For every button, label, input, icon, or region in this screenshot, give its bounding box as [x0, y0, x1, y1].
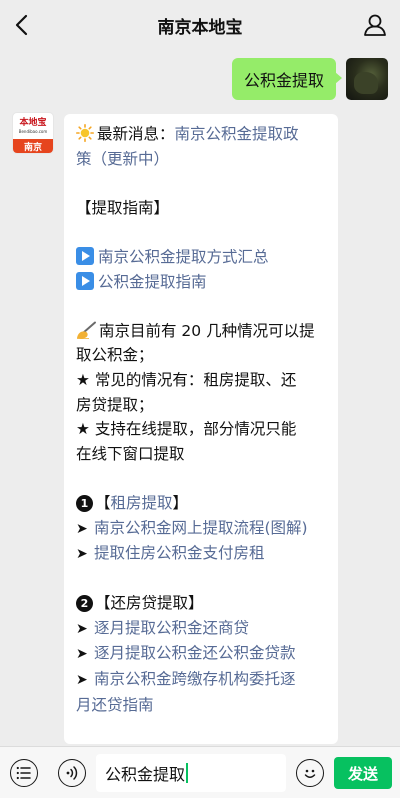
bot-avatar[interactable]: 本地宝 Bendibao.com 南京	[12, 112, 54, 154]
send-button[interactable]: 发送	[334, 757, 392, 789]
user-avatar[interactable]	[346, 58, 388, 100]
arrow-icon: ➤	[76, 672, 88, 689]
arrow-icon: ➤	[76, 620, 88, 637]
info-line-1: 南京目前有 20 几种情况可以提	[99, 321, 315, 340]
arrow-icon: ➤	[76, 546, 88, 563]
text-caret	[186, 763, 189, 783]
info-line-4: 房贷提取；	[76, 395, 154, 414]
info-line-6: 在线下窗口提取	[76, 444, 185, 463]
section1-open: 【	[95, 493, 111, 512]
section2-link-1[interactable]: 逐月提取公积金还商贷	[94, 619, 249, 637]
bendibao-logo: 本地宝 Bendibao.com	[13, 113, 53, 139]
city-label: 南京	[13, 139, 53, 153]
writing-hand-icon	[77, 321, 96, 339]
user-icon[interactable]	[362, 12, 388, 38]
number-one-icon: 1	[76, 494, 93, 512]
voice-icon[interactable]	[58, 759, 86, 787]
outgoing-text: 公积金提取	[243, 71, 324, 90]
latest-policy-link[interactable]: 南京公积金提取政	[175, 125, 299, 143]
number-two-icon: 2	[76, 595, 93, 613]
section2-link-2[interactable]: 逐月提取公积金还公积金贷款	[94, 644, 296, 662]
play-icon	[76, 271, 94, 290]
guide-link-methods[interactable]: 南京公积金提取方式汇总	[98, 248, 269, 266]
guide-link-guide[interactable]: 公积金提取指南	[98, 273, 207, 291]
outgoing-message: 公积金提取	[231, 58, 388, 100]
chevron-left-icon[interactable]	[10, 12, 36, 38]
arrow-icon: ➤	[76, 646, 88, 663]
arrow-icon: ➤	[76, 520, 88, 537]
outgoing-bubble[interactable]: 公积金提取	[231, 58, 343, 100]
info-line-3: ★ 常见的情况有：租房提取、还	[76, 370, 297, 389]
incoming-bubble: 最新消息：南京公积金提取政 策（更新中） 【提取指南】 南京公积金提取方式汇总 …	[64, 114, 338, 744]
menu-icon[interactable]	[10, 759, 38, 787]
info-line-5: ★ 支持在线提取，部分情况只能	[76, 420, 297, 439]
sun-icon	[76, 124, 94, 142]
input-bar: 公积金提取 发送	[0, 746, 400, 798]
latest-policy-link-cont[interactable]: 策（更新中）	[76, 147, 328, 172]
play-icon	[76, 246, 94, 265]
emoji-icon[interactable]	[296, 759, 324, 787]
section1-link-1[interactable]: 南京公积金网上提取流程(图解)	[94, 519, 308, 537]
message-input[interactable]: 公积金提取	[96, 754, 286, 792]
message-input-value: 公积金提取	[105, 765, 186, 784]
section2-title: 【还房贷提取】	[95, 594, 204, 613]
section2-link-3[interactable]: 南京公积金跨缴存机构委托逐	[94, 670, 296, 688]
section1-close: 】	[172, 493, 189, 512]
logo-text: 本地宝	[19, 118, 47, 128]
guide-heading: 【提取指南】	[76, 198, 170, 217]
chat-title: 南京本地宝	[157, 17, 243, 38]
chat-header: 南京本地宝	[0, 0, 400, 50]
logo-sub: Bendibao.com	[18, 129, 48, 134]
info-line-2: 取公积金；	[76, 346, 154, 365]
rent-withdrawal-link[interactable]: 租房提取	[111, 494, 173, 512]
latest-label: 最新消息：	[97, 125, 175, 143]
section2-link-3-cont[interactable]: 月还贷指南	[76, 693, 328, 718]
section1-link-2[interactable]: 提取住房公积金支付房租	[94, 544, 265, 562]
